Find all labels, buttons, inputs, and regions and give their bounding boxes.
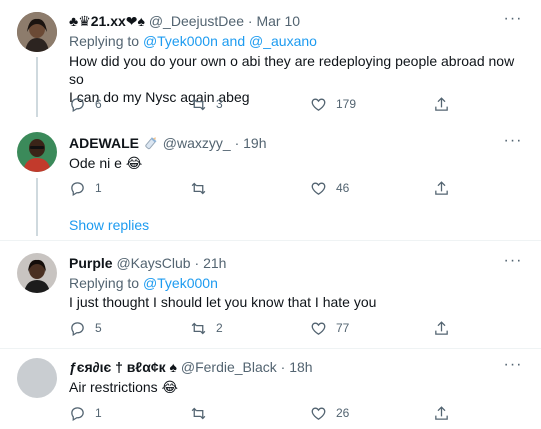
more-options-icon[interactable]: ··· [503, 253, 523, 272]
handle[interactable]: @waxzyy_ [163, 135, 231, 151]
tweet-text-line: Ode ni e 😂 [69, 155, 143, 171]
timestamp[interactable]: 18h [289, 359, 312, 375]
retweet-count: 3 [216, 97, 223, 111]
like-button[interactable]: 26 [310, 403, 349, 423]
separator: · [280, 359, 286, 375]
tweet-actions: 1 46 [69, 178, 449, 198]
tweet-text-line: How did you do your own o abi they are r… [69, 53, 515, 87]
display-name[interactable]: ADEWALE [69, 135, 139, 151]
tweet-actions: 1 26 [69, 403, 449, 423]
like-count: 46 [336, 181, 350, 195]
retweet-count: 2 [216, 321, 223, 335]
reply-count: 1 [95, 181, 102, 195]
tweet-text-line: I just thought I should let you know tha… [69, 294, 377, 310]
avatar[interactable] [17, 358, 57, 398]
like-button[interactable]: 179 [310, 94, 356, 114]
reply-count: 1 [95, 406, 102, 420]
tweet-header: ADEWALE @waxzyy_ · 19h [69, 134, 267, 152]
heart-icon [311, 98, 326, 111]
separator: · [247, 13, 253, 29]
handle[interactable]: @Ferdie_Black [181, 359, 277, 375]
display-name[interactable]: ♣♛21.xx❤♠ [69, 13, 145, 29]
thread-line [36, 57, 38, 117]
separator: · [194, 255, 200, 271]
mention-link[interactable]: @Tyek000n [143, 275, 218, 291]
tweet-text: Ode ni e 😂 [69, 154, 529, 172]
reply-button[interactable]: 1 [69, 403, 102, 423]
tweet-header: ♣♛21.xx❤♠ @_DeejustDee · Mar 10 [69, 12, 300, 30]
reply-icon [71, 181, 84, 196]
timestamp[interactable]: 19h [243, 135, 266, 151]
avatar[interactable] [17, 132, 57, 172]
reply-button[interactable]: 1 [69, 178, 102, 198]
display-name[interactable]: ƒєя∂ιє † вℓα¢к ♠ [69, 359, 177, 375]
baby-bottle-icon [145, 137, 157, 150]
replying-to: Replying to @Tyek000n and @_auxano [69, 32, 317, 50]
retweet-icon [191, 407, 206, 419]
share-icon [435, 405, 448, 420]
like-count: 26 [336, 406, 350, 420]
more-options-icon[interactable]: ··· [503, 11, 523, 30]
like-button[interactable]: 46 [310, 178, 349, 198]
mention-and: and [221, 33, 246, 49]
heart-icon [311, 182, 326, 195]
like-button[interactable]: 77 [310, 318, 349, 338]
mention-link[interactable]: @Tyek000n [143, 33, 218, 49]
separator: · [234, 135, 240, 151]
handle[interactable]: @KaysClub [116, 255, 190, 271]
divider [0, 348, 541, 349]
like-count: 77 [336, 321, 350, 335]
reply-icon [71, 406, 84, 421]
tweet-text-line: Air restrictions 😂 [69, 379, 178, 395]
share-button[interactable] [433, 318, 450, 338]
reply-count: 5 [95, 321, 102, 335]
mention-link[interactable]: @_auxano [249, 33, 317, 49]
avatar[interactable] [17, 12, 57, 52]
retweet-button[interactable]: 2 [190, 318, 223, 338]
replying-to-label: Replying to [69, 275, 140, 291]
heart-icon [311, 322, 326, 335]
share-button[interactable] [433, 403, 450, 423]
reply-button[interactable]: 5 [69, 318, 102, 338]
handle[interactable]: @_DeejustDee [149, 13, 244, 29]
replying-to-label: Replying to [69, 33, 140, 49]
tweet-actions: 5 2 77 [69, 318, 449, 338]
share-button[interactable] [433, 94, 450, 114]
share-icon [435, 96, 448, 111]
retweet-icon [191, 182, 206, 194]
avatar[interactable] [17, 253, 57, 293]
retweet-button[interactable]: 3 [190, 94, 223, 114]
retweet-button[interactable] [190, 403, 216, 423]
timestamp[interactable]: Mar 10 [256, 13, 300, 29]
thread-line [36, 178, 38, 236]
retweet-icon [191, 98, 206, 110]
reply-icon [71, 321, 84, 336]
share-icon [435, 180, 448, 195]
replying-to: Replying to @Tyek000n [69, 274, 218, 292]
tweet-text: I just thought I should let you know tha… [69, 293, 529, 311]
share-button[interactable] [433, 178, 450, 198]
retweet-icon [191, 322, 206, 334]
more-options-icon[interactable]: ··· [503, 357, 523, 376]
retweet-button[interactable] [190, 178, 216, 198]
more-options-icon[interactable]: ··· [503, 133, 523, 152]
display-name[interactable]: Purple [69, 255, 113, 271]
like-count: 179 [336, 97, 357, 111]
timestamp[interactable]: 21h [203, 255, 226, 271]
reply-icon [71, 97, 84, 112]
heart-icon [311, 407, 326, 420]
divider [0, 240, 541, 241]
tweet-text: Air restrictions 😂 [69, 378, 529, 396]
share-icon [435, 320, 448, 335]
show-replies-link[interactable]: Show replies [69, 217, 149, 233]
tweet-header: Purple @KaysClub · 21h [69, 254, 226, 272]
reply-button[interactable]: 6 [69, 94, 102, 114]
reply-count: 6 [95, 97, 102, 111]
tweet-actions: 6 3 179 [69, 94, 449, 114]
tweet-header: ƒєя∂ιє † вℓα¢к ♠ @Ferdie_Black · 18h [69, 358, 313, 376]
